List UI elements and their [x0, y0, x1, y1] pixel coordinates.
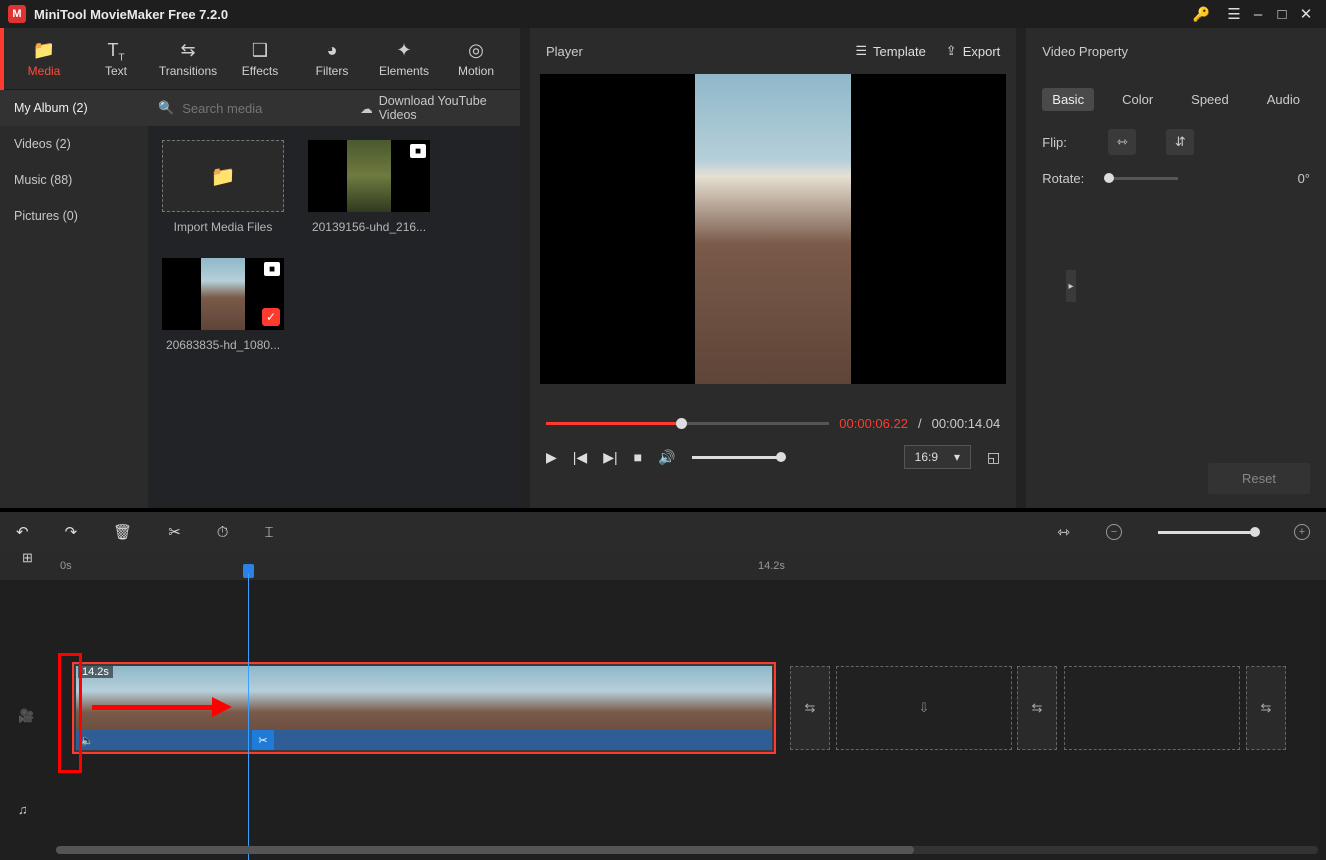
album-music[interactable]: Music (88)	[0, 162, 148, 198]
add-track-icon[interactable]: ⊞	[22, 550, 33, 566]
prop-tab-audio[interactable]: Audio	[1257, 88, 1310, 111]
crop-button[interactable]: ⌶	[264, 524, 273, 541]
split-button[interactable]: ✂	[168, 523, 181, 541]
speed-button[interactable]: ⏱	[217, 524, 229, 541]
preview-viewport	[540, 74, 1006, 384]
fullscreen-button[interactable]: ◱	[987, 449, 1000, 466]
maximize-button[interactable]: □	[1270, 6, 1294, 23]
chevron-down-icon: ▾	[954, 450, 960, 464]
rotate-slider[interactable]	[1108, 177, 1178, 180]
player-title: Player	[546, 44, 583, 59]
album-pictures[interactable]: Pictures (0)	[0, 198, 148, 234]
play-button[interactable]: ▶	[546, 449, 557, 466]
flip-h-icon: ⇿	[1117, 134, 1128, 150]
collapse-handle[interactable]: ▸	[1066, 270, 1076, 302]
next-frame-button[interactable]: ▶|	[603, 449, 617, 466]
zoom-in-button[interactable]: +	[1294, 524, 1310, 540]
prop-tab-basic[interactable]: Basic	[1042, 88, 1094, 111]
volume-slider[interactable]	[692, 456, 782, 459]
reset-button[interactable]: Reset	[1208, 463, 1310, 494]
download-youtube-link[interactable]: ☁ Download YouTube Videos	[360, 94, 510, 122]
zoom-out-button[interactable]: −	[1106, 524, 1122, 540]
delete-button[interactable]: 🗑	[113, 523, 132, 541]
transition-slot[interactable]: ⇆	[1017, 666, 1057, 750]
tab-media[interactable]: 📁Media	[8, 40, 80, 78]
flip-v-icon: ⇵	[1175, 134, 1186, 150]
transition-slot[interactable]: ⇆	[1246, 666, 1286, 750]
app-logo: M	[8, 5, 26, 23]
album-myalbum[interactable]: My Album (2)	[0, 90, 148, 126]
prop-tab-speed[interactable]: Speed	[1181, 88, 1239, 111]
cloud-download-icon: ☁	[360, 101, 373, 116]
annotation-box	[58, 653, 82, 773]
search-icon: 🔍	[158, 100, 174, 116]
import-tile[interactable]: 📁 Import Media Files	[162, 140, 284, 234]
export-button[interactable]: ⇪Export	[946, 43, 1000, 59]
tab-motion[interactable]: ◎Motion	[440, 40, 512, 78]
timeline[interactable]: ⊞ 0s 14.2s 🎥 ♫ 14.2s 🔈 ✂ ⇆ ⇩ ⇆ ⇆	[0, 552, 1326, 860]
tab-transitions[interactable]: ⇆Transitions	[152, 40, 224, 78]
annotation-arrow	[92, 700, 232, 714]
layers-icon: ☰	[855, 43, 867, 59]
undo-button[interactable]: ↶	[16, 523, 29, 541]
minimize-button[interactable]: –	[1246, 6, 1270, 23]
prop-tab-color[interactable]: Color	[1112, 88, 1163, 111]
video-badge-icon: ■	[410, 144, 426, 158]
rotate-value: 0°	[1298, 171, 1310, 186]
video-track-icon: 🎥	[18, 708, 34, 724]
titlebar: M MiniTool MovieMaker Free 7.2.0 🔑 ☰ – □…	[0, 0, 1326, 28]
library-panel: 📁Media TTText ⇆Transitions ❑Effects ◕Fil…	[0, 28, 520, 508]
volume-icon[interactable]: 🔊	[658, 449, 675, 466]
flip-vertical-button[interactable]: ⇵	[1166, 129, 1194, 155]
empty-clip-slot[interactable]	[1064, 666, 1240, 750]
clip-audio-strip: 🔈	[76, 730, 772, 750]
transition-slot[interactable]: ⇆	[790, 666, 830, 750]
redo-button[interactable]: ↷	[65, 523, 78, 541]
zoom-slider[interactable]	[1158, 531, 1258, 534]
export-icon: ⇪	[946, 43, 957, 59]
menu-icon[interactable]: ☰	[1222, 5, 1246, 23]
tab-effects[interactable]: ❑Effects	[224, 40, 296, 78]
property-title: Video Property	[1042, 44, 1128, 59]
media-tile-1[interactable]: ■ 20139156-uhd_216...	[308, 140, 430, 234]
album-videos[interactable]: Videos (2)	[0, 126, 148, 162]
snap-icon[interactable]: ⇿	[1057, 523, 1070, 541]
audio-track-icon: ♫	[18, 802, 28, 817]
close-button[interactable]: ✕	[1294, 5, 1318, 23]
tab-filters[interactable]: ◕Filters	[296, 40, 368, 78]
clip-duration: 14.2s	[78, 666, 113, 678]
player-panel: Player ☰Template ⇪Export 00:00:06.22 / 0…	[530, 28, 1016, 508]
flip-horizontal-button[interactable]: ⇿	[1108, 129, 1136, 155]
seek-bar[interactable]	[546, 422, 829, 425]
search-input[interactable]	[180, 100, 360, 117]
tab-elements[interactable]: ✦Elements	[368, 40, 440, 78]
speaker-icon: 🔈	[80, 734, 94, 747]
video-badge-icon: ■	[264, 262, 280, 276]
timeline-scrollbar[interactable]	[56, 846, 1318, 854]
key-icon[interactable]: 🔑	[1193, 6, 1210, 23]
timeline-ruler[interactable]: ⊞ 0s 14.2s	[0, 552, 1326, 580]
check-icon: ✓	[262, 308, 280, 326]
template-button[interactable]: ☰Template	[855, 43, 925, 59]
aspect-ratio-select[interactable]: 16:9▾	[904, 445, 971, 469]
prev-frame-button[interactable]: |◀	[573, 449, 587, 466]
folder-icon: 📁	[211, 164, 236, 189]
stop-button[interactable]: ■	[634, 449, 642, 465]
time-total: 00:00:14.04	[932, 416, 1001, 431]
scissors-icon[interactable]: ✂	[252, 730, 274, 750]
empty-clip-slot[interactable]: ⇩	[836, 666, 1012, 750]
tab-text[interactable]: TTText	[80, 40, 152, 78]
flip-label: Flip:	[1042, 135, 1108, 150]
app-title: MiniTool MovieMaker Free 7.2.0	[34, 7, 228, 22]
rotate-label: Rotate:	[1042, 171, 1108, 186]
property-panel: Video Property Basic Color Speed Audio F…	[1026, 28, 1326, 508]
media-tile-2[interactable]: ■ ✓ 20683835-hd_1080...	[162, 258, 284, 352]
time-current: 00:00:06.22	[839, 416, 908, 431]
timeline-toolbar: ↶ ↷ 🗑 ✂ ⏱ ⌶ ⇿ − +	[0, 512, 1326, 552]
